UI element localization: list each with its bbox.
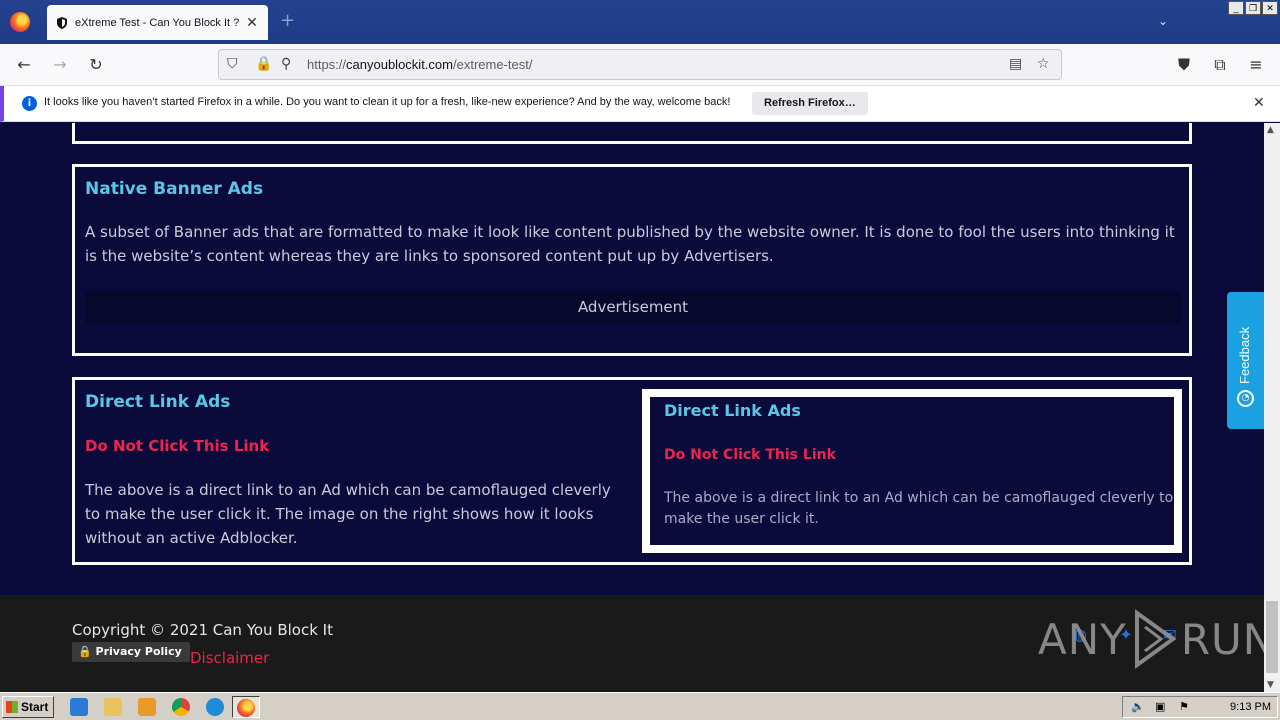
disclaimer-link[interactable]: Disclaimer — [190, 649, 269, 667]
edge-icon[interactable] — [206, 698, 224, 716]
tracking-shield-icon[interactable]: ⛉ — [227, 56, 238, 72]
firefox-taskbar-icon — [237, 699, 255, 717]
permissions-icon[interactable]: ⚲ — [281, 56, 291, 72]
window-controls: _ ❐ ✕ — [1228, 1, 1278, 15]
url-text[interactable]: https://canyoublockit.com/extreme-test/ — [307, 57, 532, 72]
clock[interactable]: 9:13 PM — [1230, 701, 1271, 713]
direct-link-description: The above is a direct link to an Ad whic… — [85, 481, 611, 547]
media-player-icon[interactable] — [138, 698, 156, 716]
back-icon[interactable]: ← — [14, 55, 34, 75]
info-icon: i — [22, 96, 37, 111]
reader-icon[interactable]: ▤ — [1009, 56, 1022, 72]
preview-title: Direct Link Ads — [664, 401, 801, 420]
start-label: Start — [21, 700, 49, 714]
star-icon[interactable]: ☆ — [1037, 56, 1050, 72]
restore-button[interactable]: ❐ — [1245, 1, 1261, 15]
play-logo-icon — [1134, 609, 1177, 669]
minimize-button[interactable]: _ — [1228, 1, 1244, 15]
chrome-icon[interactable] — [172, 698, 190, 716]
network-icon[interactable]: ▣ — [1155, 700, 1165, 713]
start-button[interactable]: Start — [2, 696, 54, 718]
refresh-firefox-button[interactable]: Refresh Firefox… — [752, 92, 868, 115]
close-icon[interactable]: ✕ — [1253, 95, 1265, 111]
scroll-down-icon[interactable]: ▼ — [1267, 680, 1274, 690]
feedback-label: Feedback — [1237, 326, 1252, 384]
browser-tab[interactable]: eXtreme Test - Can You Block It ? ✕ — [47, 5, 268, 40]
url-bar[interactable]: ⛉ 🔒 ⚲ https://canyoublockit.com/extreme-… — [218, 49, 1062, 80]
native-banner-section: Native Banner Ads A subset of Banner ads… — [72, 164, 1192, 356]
scroll-up-icon[interactable]: ▲ — [1267, 125, 1274, 135]
native-banner-description: A subset of Banner ads that are formatte… — [85, 223, 1175, 265]
notification-message: It looks like you haven’t started Firefo… — [44, 96, 731, 108]
preview-inner: Direct Link Ads Do Not Click This Link T… — [650, 397, 1174, 545]
volume-icon[interactable]: 🔈 — [1131, 700, 1145, 713]
list-tabs-icon[interactable]: ⌄ — [1158, 14, 1168, 28]
watermark-right-text: RUN — [1180, 614, 1264, 664]
shield-icon — [57, 16, 67, 29]
lock-icon[interactable]: 🔒 — [255, 56, 272, 72]
preview-description: The above is a direct link to an Ad whic… — [664, 490, 1174, 527]
pocket-icon[interactable]: ⛊ — [1174, 55, 1194, 75]
tab-title: eXtreme Test - Can You Block It ? — [75, 16, 240, 29]
scrollbar-thumb[interactable] — [1266, 601, 1278, 673]
windows-flag-icon — [6, 701, 18, 713]
reload-icon[interactable]: ↻ — [86, 55, 106, 75]
new-tab-icon[interactable]: + — [280, 10, 295, 31]
navigation-toolbar: ← → ↻ ⛉ 🔒 ⚲ https://canyoublockit.com/ex… — [0, 44, 1280, 86]
firefox-taskbar-button[interactable] — [232, 696, 260, 718]
page-viewport: Native Banner Ads A subset of Banner ads… — [0, 123, 1264, 692]
direct-link-preview-image: Direct Link Ads Do Not Click This Link T… — [642, 389, 1182, 553]
notification-bar: i It looks like you haven’t started Fire… — [0, 86, 1280, 122]
feedback-tab[interactable]: Feedback ◔ — [1227, 292, 1264, 429]
do-not-click-link[interactable]: Do Not Click This Link — [85, 437, 269, 455]
anyrun-watermark: ANY RUN — [1038, 609, 1264, 669]
watermark-left-text: ANY — [1038, 614, 1127, 664]
advertisement-slot[interactable]: Advertisement — [85, 291, 1181, 323]
explorer-icon[interactable] — [104, 698, 122, 716]
firefox-icon[interactable] — [10, 12, 30, 32]
system-tray: 🔈 ▣ ⚑ 9:13 PM — [1122, 696, 1278, 718]
preview-link: Do Not Click This Link — [664, 447, 836, 463]
menu-icon[interactable]: ≡ — [1246, 55, 1266, 75]
window-close-button[interactable]: ✕ — [1262, 1, 1278, 15]
previous-section-box — [72, 123, 1192, 144]
extensions-icon[interactable]: ⧉ — [1210, 55, 1230, 75]
ie-icon[interactable] — [70, 698, 88, 716]
url-host: canyoublockit.com — [346, 57, 453, 72]
page-scrollbar[interactable]: ▲ ▼ — [1264, 123, 1280, 692]
privacy-policy-label: Privacy Policy — [95, 645, 182, 658]
privacy-policy-button[interactable]: 🔒 Privacy Policy — [72, 642, 190, 662]
feedback-icon: ◔ — [1237, 390, 1254, 407]
direct-link-title: Direct Link Ads — [85, 392, 231, 412]
flag-icon[interactable]: ⚑ — [1179, 700, 1189, 713]
windows-taskbar: Start 🔈 ▣ ⚑ 9:13 PM — [0, 692, 1280, 720]
url-path: /extreme-test/ — [452, 57, 533, 72]
native-banner-title: Native Banner Ads — [85, 179, 264, 199]
site-footer: Copyright © 2021 Can You Block It 🔒 Priv… — [0, 595, 1264, 692]
url-scheme: https:// — [307, 57, 347, 72]
tab-close-icon[interactable]: ✕ — [244, 15, 260, 31]
forward-icon[interactable]: → — [50, 55, 70, 75]
copyright-text: Copyright © 2021 Can You Block It — [72, 621, 333, 639]
direct-link-section: Direct Link Ads Do Not Click This Link T… — [72, 377, 1192, 565]
tab-bar: eXtreme Test - Can You Block It ? ✕ + ⌄ … — [0, 0, 1280, 44]
